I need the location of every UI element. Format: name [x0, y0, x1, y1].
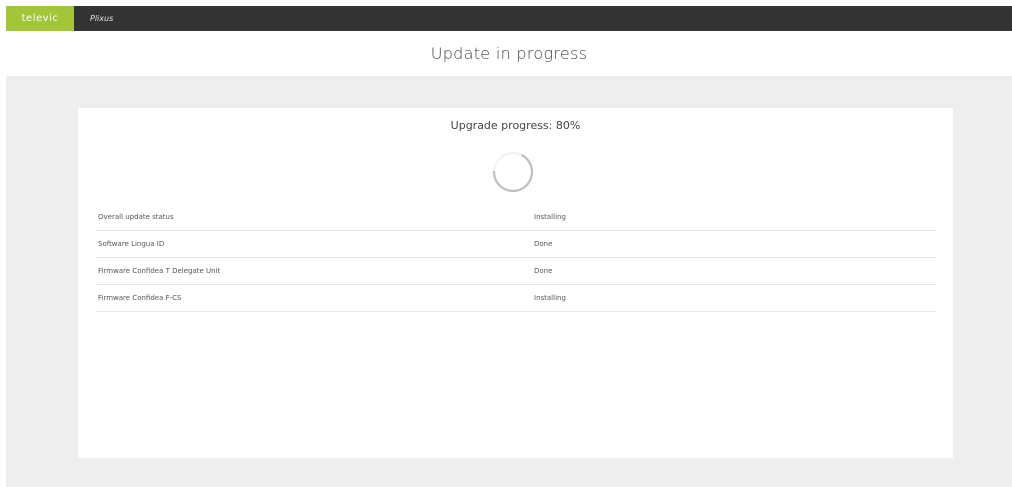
component-name: Overall update status [98, 213, 174, 221]
product-name: Plixus [90, 14, 114, 23]
component-name: Software Lingua ID [98, 240, 165, 248]
component-status: Installing [534, 294, 566, 302]
component-name: Firmware Confidea T Delegate Unit [98, 267, 221, 275]
component-status: Done [534, 240, 553, 248]
page-header: Update in progress [6, 31, 1012, 76]
component-status: Installing [534, 213, 566, 221]
upgrade-progress-label: Upgrade progress: 80% [450, 119, 581, 132]
page-title: Update in progress [430, 44, 588, 63]
update-panel: Upgrade progress: 80% Overall update sta… [78, 108, 953, 458]
table-row: Overall update status Installing [96, 204, 936, 231]
component-name: Firmware Confidea F-CS [98, 294, 182, 302]
component-status: Done [534, 267, 553, 275]
top-bar: televic Plixus [6, 6, 1012, 31]
table-row: Software Lingua ID Done [96, 231, 936, 258]
table-row: Firmware Confidea T Delegate Unit Done [96, 258, 936, 285]
update-status-table: Overall update status Installing Softwar… [96, 204, 936, 312]
table-row: Firmware Confidea F-CS Installing [96, 285, 936, 312]
loading-spinner-icon [492, 152, 534, 193]
content-area: Upgrade progress: 80% Overall update sta… [6, 76, 1012, 487]
televic-logo: televic [6, 6, 74, 31]
